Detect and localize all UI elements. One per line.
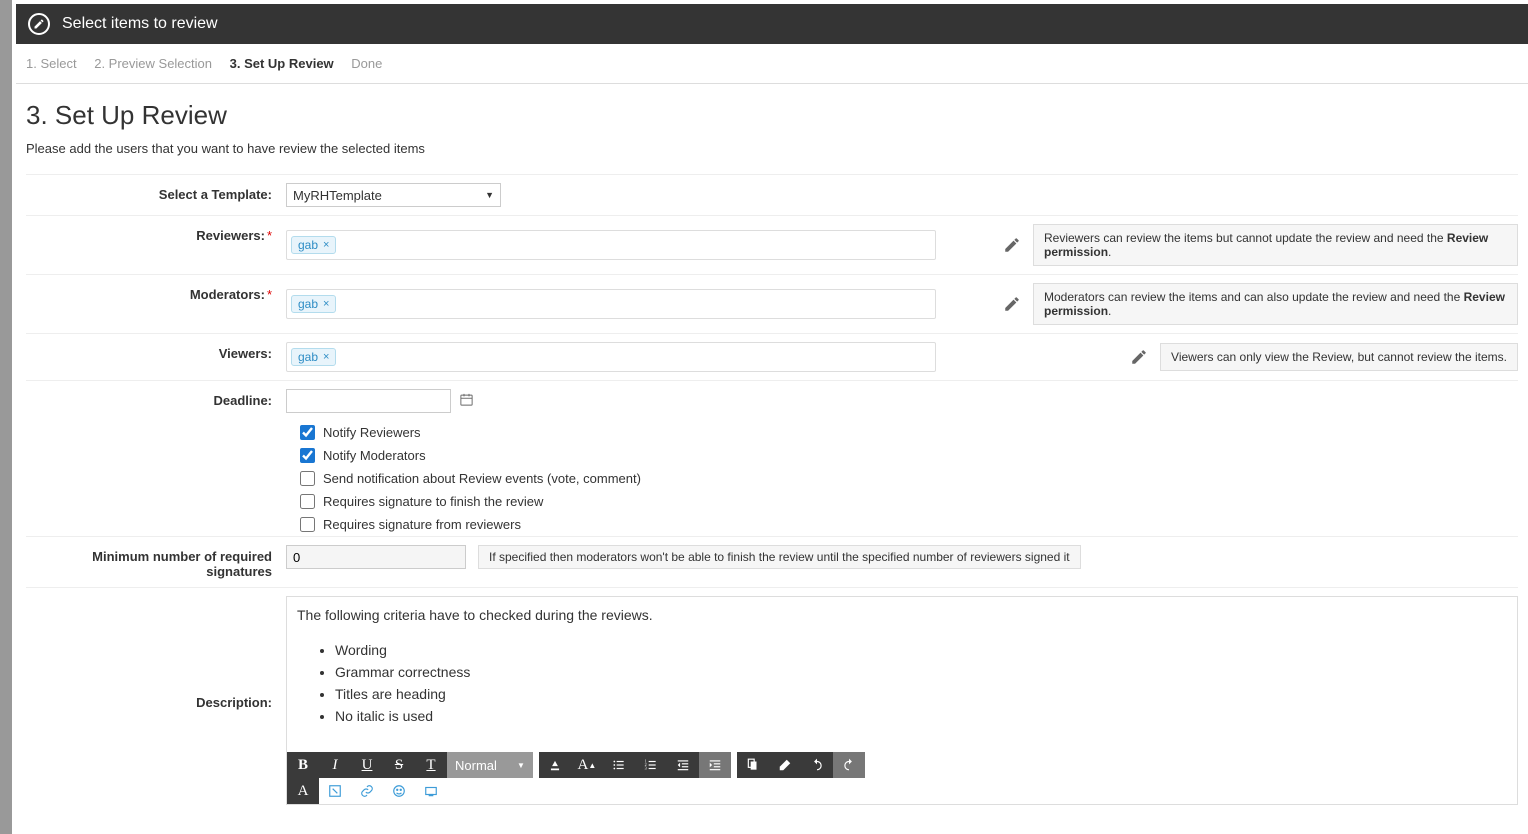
reviewer-tag: gab× bbox=[291, 236, 336, 254]
wizard-steps: 1. Select 2. Preview Selection 3. Set Up… bbox=[16, 44, 1528, 84]
edit-viewers-icon[interactable] bbox=[1130, 348, 1148, 366]
modal-header: Select items to review bbox=[16, 4, 1528, 44]
notify-moderators-label: Notify Moderators bbox=[323, 448, 426, 463]
viewer-tag: gab× bbox=[291, 348, 336, 366]
row-deadline: Deadline: bbox=[26, 380, 1518, 421]
check-req-sig: Requires signature to finish the review bbox=[26, 490, 1518, 513]
edit-circle-icon bbox=[28, 13, 50, 35]
list-item: Grammar correctness bbox=[335, 661, 1507, 683]
row-moderators: Moderators:* gab× Moderators can review … bbox=[26, 274, 1518, 333]
font-size-button[interactable]: A▲ bbox=[571, 752, 603, 778]
moderators-info: Moderators can review the items and can … bbox=[1033, 283, 1518, 325]
undo-button[interactable] bbox=[801, 752, 833, 778]
link-button[interactable] bbox=[351, 778, 383, 804]
row-min-sig: Minimum number of required signatures If… bbox=[26, 536, 1518, 587]
step-preview[interactable]: 2. Preview Selection bbox=[94, 56, 212, 71]
label-description: Description: bbox=[26, 691, 286, 710]
list-item: Wording bbox=[335, 639, 1507, 661]
remove-tag-icon[interactable]: × bbox=[323, 239, 329, 251]
template-select[interactable]: MyRHTemplate ▼ bbox=[286, 183, 501, 207]
notify-moderators-checkbox[interactable] bbox=[300, 448, 315, 463]
check-notify-moderators: Notify Moderators bbox=[26, 444, 1518, 467]
outdent-button[interactable] bbox=[667, 752, 699, 778]
eraser-button[interactable] bbox=[769, 752, 801, 778]
req-sig-reviewers-checkbox[interactable] bbox=[300, 517, 315, 532]
copy-button[interactable] bbox=[737, 752, 769, 778]
content-area: 3. Set Up Review Please add the users th… bbox=[16, 84, 1528, 823]
bold-button[interactable]: B bbox=[287, 752, 319, 778]
label-viewers: Viewers: bbox=[26, 342, 286, 361]
ol-button[interactable]: 123 bbox=[635, 752, 667, 778]
list-item: No italic is used bbox=[335, 705, 1507, 727]
text-color-button[interactable]: A bbox=[287, 778, 319, 804]
chevron-down-icon: ▼ bbox=[485, 190, 494, 200]
min-sig-input[interactable] bbox=[286, 545, 466, 569]
viewers-info: Viewers can only view the Review, but ca… bbox=[1160, 343, 1518, 371]
label-deadline: Deadline: bbox=[26, 389, 286, 408]
strikethrough-button[interactable]: S bbox=[383, 752, 415, 778]
moderator-tag: gab× bbox=[291, 295, 336, 313]
color-button[interactable] bbox=[539, 752, 571, 778]
notify-reviewers-checkbox[interactable] bbox=[300, 425, 315, 440]
background-sliver bbox=[0, 0, 12, 834]
remove-tag-icon[interactable]: × bbox=[323, 298, 329, 310]
svg-text:3: 3 bbox=[644, 766, 646, 771]
reviewers-input[interactable]: gab× bbox=[286, 230, 936, 260]
row-viewers: Viewers: gab× Viewers can only view the … bbox=[26, 333, 1518, 380]
step-setup[interactable]: 3. Set Up Review bbox=[230, 56, 334, 71]
modal-title: Select items to review bbox=[62, 15, 218, 33]
format-select[interactable]: Normal bbox=[447, 752, 533, 778]
italic-button[interactable]: I bbox=[319, 752, 351, 778]
label-min-sig: Minimum number of required signatures bbox=[26, 545, 286, 579]
label-template: Select a Template: bbox=[26, 183, 286, 202]
label-reviewers: Reviewers:* bbox=[26, 224, 286, 243]
reviewers-info: Reviewers can review the items but canno… bbox=[1033, 224, 1518, 266]
description-editor: The following criteria have to checked d… bbox=[286, 596, 1518, 805]
check-req-sig-reviewers: Requires signature from reviewers bbox=[26, 513, 1518, 536]
ul-button[interactable] bbox=[603, 752, 635, 778]
editor-toolbar: B I U S T Normal A▲ 123 bbox=[287, 752, 1517, 804]
underline-button[interactable]: U bbox=[351, 752, 383, 778]
desc-list: Wording Grammar correctness Titles are h… bbox=[335, 639, 1507, 727]
label-moderators: Moderators:* bbox=[26, 283, 286, 302]
check-notify-reviewers: Notify Reviewers bbox=[26, 421, 1518, 444]
req-sig-label: Requires signature to finish the review bbox=[323, 494, 543, 509]
deadline-input[interactable] bbox=[286, 389, 451, 413]
page-title: 3. Set Up Review bbox=[26, 100, 1518, 131]
modal-window: Select items to review 1. Select 2. Prev… bbox=[16, 4, 1528, 823]
redo-button[interactable] bbox=[833, 752, 865, 778]
step-select[interactable]: 1. Select bbox=[26, 56, 77, 71]
edit-moderators-icon[interactable] bbox=[1003, 295, 1021, 313]
row-description: Description: The following criteria have… bbox=[26, 587, 1518, 813]
notify-reviewers-label: Notify Reviewers bbox=[323, 425, 421, 440]
check-send-notif: Send notification about Review events (v… bbox=[26, 467, 1518, 490]
description-content[interactable]: The following criteria have to checked d… bbox=[287, 597, 1517, 752]
send-notif-checkbox[interactable] bbox=[300, 471, 315, 486]
edit-html-button[interactable] bbox=[319, 778, 351, 804]
edit-reviewers-icon[interactable] bbox=[1003, 236, 1021, 254]
moderators-input[interactable]: gab× bbox=[286, 289, 936, 319]
min-sig-hint: If specified then moderators won't be ab… bbox=[478, 545, 1081, 569]
clear-format-button[interactable]: T bbox=[415, 752, 447, 778]
step-done[interactable]: Done bbox=[351, 56, 382, 71]
page-subtitle: Please add the users that you want to ha… bbox=[26, 141, 1518, 156]
list-item: Titles are heading bbox=[335, 683, 1507, 705]
viewers-input[interactable]: gab× bbox=[286, 342, 936, 372]
indent-button[interactable] bbox=[699, 752, 731, 778]
calendar-icon[interactable] bbox=[459, 392, 474, 410]
req-sig-checkbox[interactable] bbox=[300, 494, 315, 509]
template-selected-value: MyRHTemplate bbox=[293, 188, 382, 203]
fullscreen-button[interactable] bbox=[415, 778, 447, 804]
send-notif-label: Send notification about Review events (v… bbox=[323, 471, 641, 486]
req-sig-reviewers-label: Requires signature from reviewers bbox=[323, 517, 521, 532]
desc-intro: The following criteria have to checked d… bbox=[297, 607, 1507, 623]
row-template: Select a Template: MyRHTemplate ▼ bbox=[26, 174, 1518, 215]
emoji-button[interactable] bbox=[383, 778, 415, 804]
row-reviewers: Reviewers:* gab× Reviewers can review th… bbox=[26, 215, 1518, 274]
remove-tag-icon[interactable]: × bbox=[323, 351, 329, 363]
